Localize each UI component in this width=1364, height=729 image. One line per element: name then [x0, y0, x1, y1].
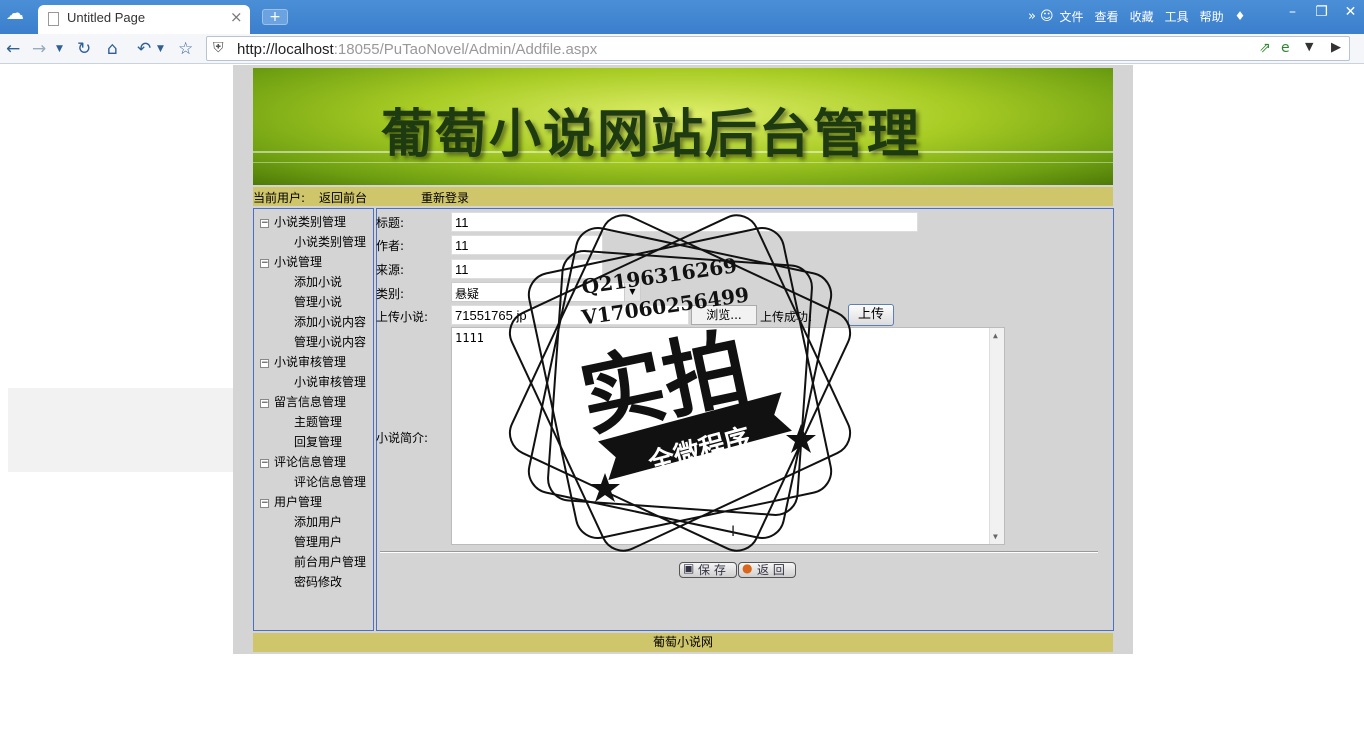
- tree-group-label: 小说类别管理: [274, 215, 347, 229]
- disk-icon: ▣: [683, 561, 695, 575]
- back-to-front-link[interactable]: 返回前台: [319, 189, 367, 206]
- share-icon[interactable]: ⇗: [1259, 40, 1271, 56]
- sidebar-item-add-content[interactable]: 添加小说内容: [294, 313, 366, 330]
- save-button[interactable]: ▣ 保 存: [679, 561, 737, 578]
- address-dropdown-icon[interactable]: ▼: [1305, 40, 1313, 53]
- tab-title: Untitled Page: [67, 10, 146, 25]
- undo-dropdown-icon[interactable]: ▼: [157, 44, 164, 54]
- browser-tab[interactable]: Untitled Page ×: [38, 5, 250, 34]
- title-label: 标题:: [376, 216, 405, 230]
- address-url[interactable]: http://localhost:18055/PuTaoNovel/Admin/…: [237, 41, 597, 58]
- url-path: :18055/PuTaoNovel/Admin/Addfile.aspx: [333, 41, 598, 58]
- sidebar-item-manage-content[interactable]: 管理小说内容: [294, 333, 366, 350]
- address-bar[interactable]: ⛨ http://localhost:18055/PuTaoNovel/Admi…: [206, 36, 1350, 61]
- collapse-icon[interactable]: −: [260, 399, 269, 408]
- collapse-icon[interactable]: −: [260, 219, 269, 228]
- author-label: 作者:: [376, 239, 405, 253]
- cloud-icon[interactable]: ☁: [6, 5, 28, 23]
- menu-tools[interactable]: 工具: [1165, 8, 1189, 25]
- intro-text: 1111: [455, 331, 484, 345]
- tree-group-label: 小说管理: [274, 255, 323, 269]
- intro-label: 小说简介:: [376, 431, 429, 445]
- sidebar-item-front-user-manage[interactable]: 前台用户管理: [294, 553, 366, 570]
- sidebar-item-manage-novel[interactable]: 管理小说: [294, 293, 342, 310]
- save-label: 保 存: [698, 563, 726, 577]
- tree-group-novel[interactable]: − 小说管理: [260, 253, 322, 270]
- page-icon: [48, 12, 59, 26]
- forward-icon[interactable]: →: [32, 39, 46, 59]
- sidebar-item-change-password[interactable]: 密码修改: [294, 573, 342, 590]
- close-tab-icon[interactable]: ×: [230, 8, 243, 26]
- source-label: 来源:: [376, 263, 405, 277]
- sidebar-item-add-novel[interactable]: 添加小说: [294, 273, 342, 290]
- new-tab-button[interactable]: +: [262, 9, 288, 25]
- close-window-icon[interactable]: ✕: [1336, 4, 1364, 20]
- minimize-icon[interactable]: –: [1278, 4, 1307, 20]
- back-icon[interactable]: ←: [6, 39, 20, 59]
- watermark: Q2196316269 V17060256499 实拍 全微程序: [505, 208, 855, 558]
- browser-titlebar: ☁ Untitled Page × + » ☺ 文件 查看 收藏 工具 帮助 ♦…: [0, 0, 1364, 34]
- refresh-icon[interactable]: ↻: [77, 39, 91, 59]
- collapse-icon[interactable]: −: [260, 359, 269, 368]
- browser-navbar: ← → ▼ ↻ ⌂ ↶ ▼ ☆ ⛨ http://localhost:18055…: [0, 34, 1364, 64]
- footer: 葡萄小说网: [253, 633, 1113, 652]
- tree-group-label: 用户管理: [274, 495, 323, 509]
- text-cursor-icon: I: [731, 524, 736, 540]
- menu-help[interactable]: 帮助: [1200, 8, 1224, 25]
- more-menu-icon[interactable]: »: [1028, 9, 1036, 24]
- tree-group-comment[interactable]: − 评论信息管理: [260, 453, 346, 470]
- tree-group-label: 小说审核管理: [274, 355, 347, 369]
- back-button[interactable]: ● 返 回: [738, 561, 796, 578]
- scroll-down-icon[interactable]: ▼: [993, 532, 998, 541]
- sidebar-item-reply-manage[interactable]: 回复管理: [294, 433, 342, 450]
- sidebar-item-comment-manage[interactable]: 评论信息管理: [294, 473, 366, 490]
- ie-mode-icon[interactable]: e: [1281, 40, 1290, 56]
- sidebar-item-manage-user[interactable]: 管理用户: [294, 533, 342, 550]
- relogin-link[interactable]: 重新登录: [421, 189, 469, 206]
- scrollbar[interactable]: ▲ ▼: [989, 328, 1004, 544]
- sidebar-item-category-manage[interactable]: 小说类别管理: [294, 233, 366, 250]
- restore-icon[interactable]: ❐: [1307, 4, 1336, 20]
- user-bar: 当前用户: 返回前台 重新登录: [253, 187, 1113, 206]
- header-banner: 葡萄小说网站后台管理: [253, 68, 1113, 185]
- background-strip: [8, 388, 233, 472]
- collapse-icon[interactable]: −: [260, 499, 269, 508]
- return-icon: ●: [742, 561, 753, 575]
- current-user-label: 当前用户:: [253, 191, 306, 205]
- menu-view[interactable]: 查看: [1095, 8, 1119, 25]
- undo-icon[interactable]: ↶: [137, 39, 151, 59]
- browser-menu: » ☺ 文件 查看 收藏 工具 帮助 ♦: [1028, 6, 1256, 26]
- tree-group-category[interactable]: − 小说类别管理: [260, 213, 346, 230]
- sidebar: − 小说类别管理 小说类别管理 − 小说管理 添加小说 管理小说 添加小说内容 管理…: [253, 208, 374, 631]
- upload-label: 上传小说:: [376, 310, 429, 324]
- history-dropdown-icon[interactable]: ▼: [56, 44, 63, 54]
- collapse-icon[interactable]: −: [260, 459, 269, 468]
- home-icon[interactable]: ⌂: [107, 39, 118, 59]
- sidebar-item-review-manage[interactable]: 小说审核管理: [294, 373, 366, 390]
- go-icon[interactable]: ▶: [1331, 40, 1341, 55]
- tree-group-message[interactable]: − 留言信息管理: [260, 393, 346, 410]
- category-label: 类别:: [376, 287, 405, 301]
- star-icon[interactable]: ☆: [178, 39, 193, 59]
- skin-icon[interactable]: ♦: [1235, 9, 1246, 23]
- sidebar-item-topic-manage[interactable]: 主题管理: [294, 413, 342, 430]
- scroll-up-icon[interactable]: ▲: [993, 331, 998, 340]
- tree-group-label: 评论信息管理: [274, 455, 347, 469]
- tree-group-user[interactable]: − 用户管理: [260, 493, 322, 510]
- tree-group-review[interactable]: − 小说审核管理: [260, 353, 346, 370]
- category-selected: 悬疑: [455, 287, 480, 301]
- user-icon[interactable]: ☺: [1040, 9, 1054, 24]
- sidebar-item-add-user[interactable]: 添加用户: [294, 513, 342, 530]
- menu-favorites[interactable]: 收藏: [1130, 8, 1154, 25]
- back-label: 返 回: [757, 563, 785, 577]
- banner-title: 葡萄小说网站后台管理: [381, 105, 922, 165]
- menu-file[interactable]: 文件: [1060, 8, 1084, 25]
- window-controls: – ❐ ✕: [1278, 4, 1364, 20]
- collapse-icon[interactable]: −: [260, 259, 269, 268]
- tree-group-label: 留言信息管理: [274, 395, 347, 409]
- url-host: http://localhost: [237, 41, 334, 58]
- shield-icon: ⛨: [213, 40, 224, 56]
